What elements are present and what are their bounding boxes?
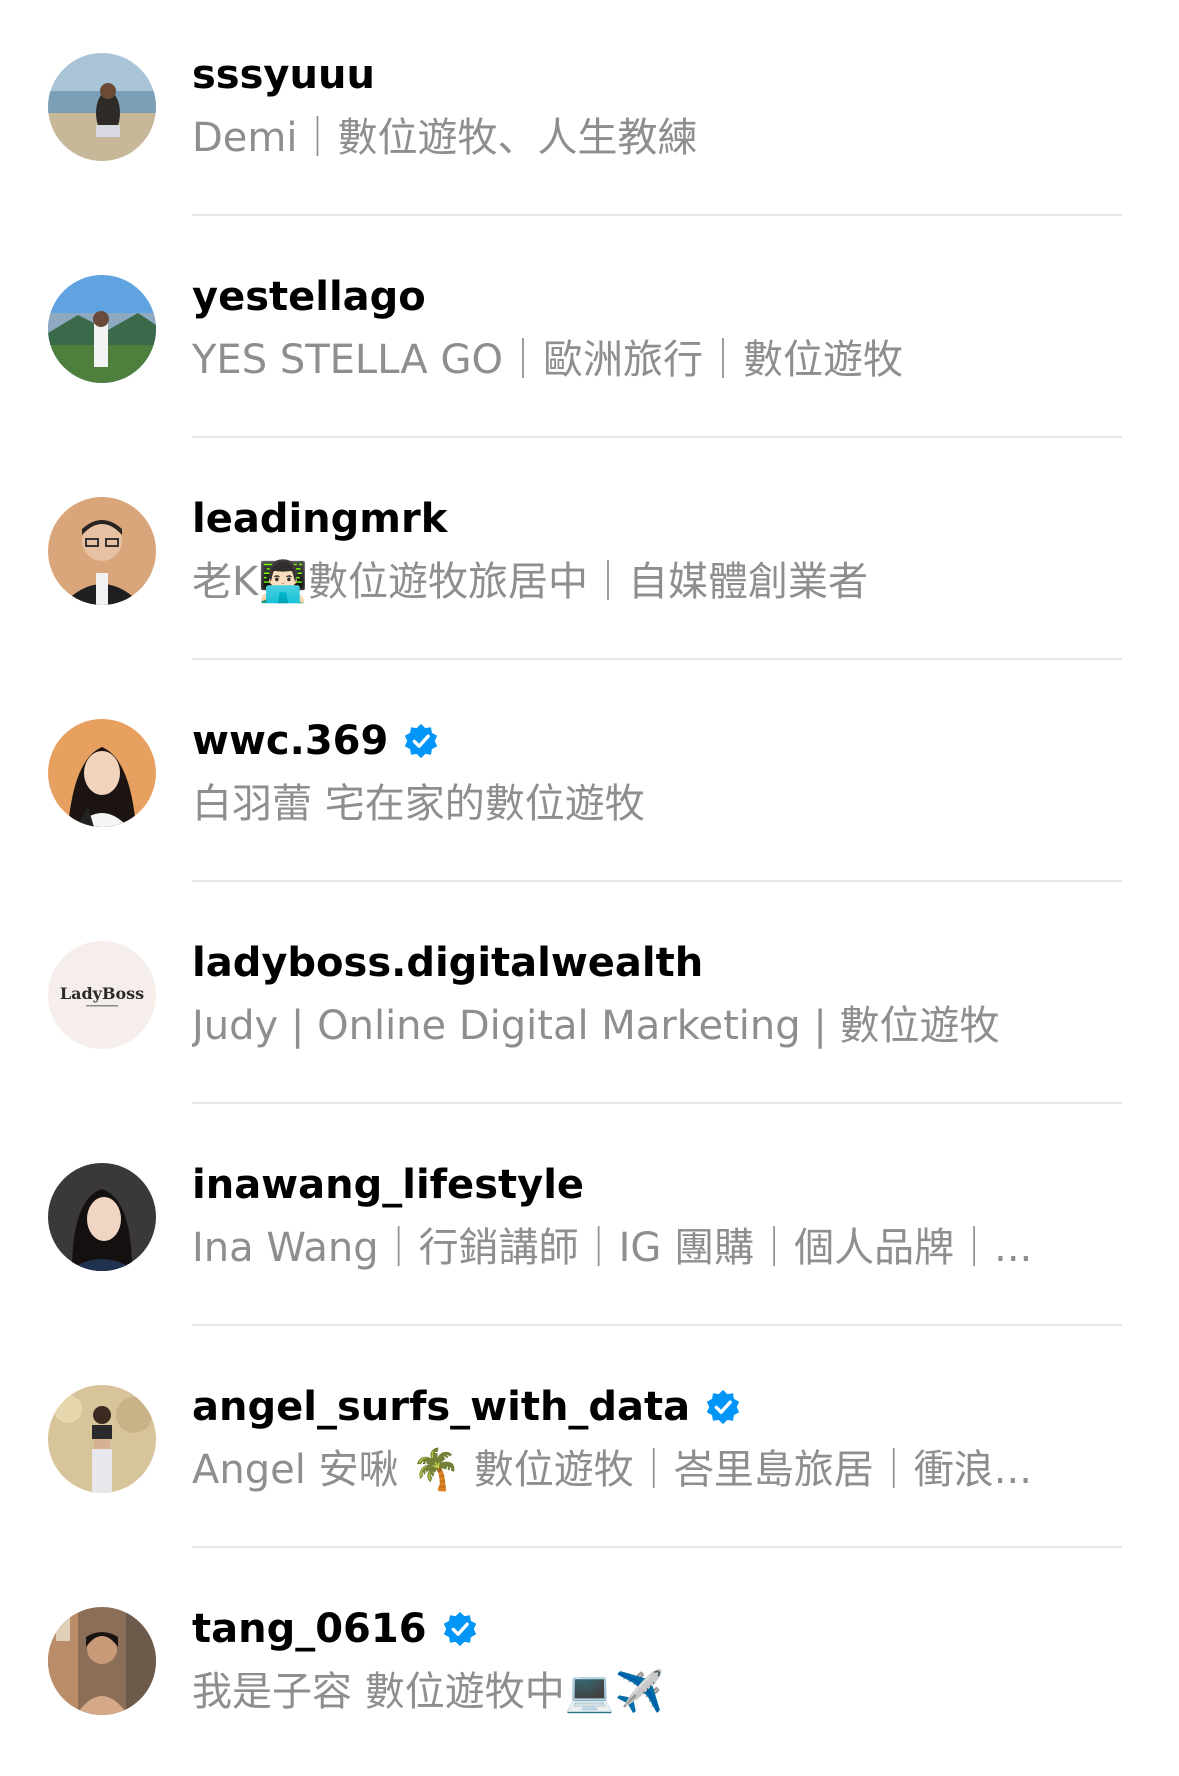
divider [192,880,1122,882]
divider [192,1102,1122,1104]
username[interactable]: ladyboss.digitalwealth [192,940,703,986]
ladyboss-logo-avatar[interactable]: LadyBoss [48,941,156,1049]
account-row[interactable]: wwc.369 白羽蕾 宅在家的數位遊牧 [0,666,1179,888]
account-subtitle: 我是子容 數位遊牧中💻✈️ [192,1669,665,1715]
mountain-lake-person-avatar[interactable] [48,275,156,383]
verified-badge-icon [441,1610,479,1648]
account-subtitle: YES STELLA GO｜歐洲旅行｜數位遊牧 [192,337,903,383]
username[interactable]: wwc.369 [192,718,388,764]
woman-standing-avatar[interactable] [48,1385,156,1493]
beach-person-avatar[interactable] [48,53,156,161]
woman-dark-portrait-avatar[interactable] [48,1163,156,1271]
account-row[interactable]: LadyBoss ladyboss.digitalwealth Judy | O… [0,888,1179,1110]
divider [192,1546,1122,1548]
account-subtitle: Demi｜數位遊牧、人生教練 [192,115,698,161]
account-row[interactable]: sssyuuu Demi｜數位遊牧、人生教練 [0,0,1179,222]
account-subtitle: Ina Wang｜行銷講師｜IG 團購｜個人品牌｜... [192,1225,1033,1271]
account-row[interactable]: leadingmrk 老K👨🏻‍💻數位遊牧旅居中｜自媒體創業者 [0,444,1179,666]
woman-street-avatar[interactable] [48,1607,156,1715]
divider [192,1324,1122,1326]
man-with-glasses-avatar[interactable] [48,497,156,605]
username[interactable]: inawang_lifestyle [192,1162,584,1208]
account-row[interactable]: tang_0616 我是子容 數位遊牧中💻✈️ [0,1554,1179,1776]
divider [192,658,1122,660]
account-subtitle: Judy | Online Digital Marketing | 數位遊牧 [192,1003,1000,1049]
account-subtitle: Angel 安啾 🌴 數位遊牧｜峇里島旅居｜衝浪... [192,1447,1032,1493]
account-subtitle: 白羽蕾 宅在家的數位遊牧 [192,781,645,827]
account-row[interactable]: yestellago YES STELLA GO｜歐洲旅行｜數位遊牧 [0,222,1179,444]
username[interactable]: tang_0616 [192,1606,427,1652]
username[interactable]: yestellago [192,274,426,320]
username[interactable]: leadingmrk [192,496,447,542]
account-subtitle: 老K👨🏻‍💻數位遊牧旅居中｜自媒體創業者 [192,559,869,605]
ladyboss-logo-text: LadyBoss [60,984,144,1003]
account-row[interactable]: inawang_lifestyle Ina Wang｜行銷講師｜IG 團購｜個人… [0,1110,1179,1332]
divider [192,214,1122,216]
divider [192,436,1122,438]
verified-badge-icon [402,722,440,760]
verified-badge-icon [704,1388,742,1426]
username[interactable]: angel_surfs_with_data [192,1384,690,1430]
account-row[interactable]: angel_surfs_with_data Angel 安啾 🌴 數位遊牧｜峇里… [0,1332,1179,1554]
username[interactable]: sssyuuu [192,52,375,98]
woman-portrait-avatar[interactable] [48,719,156,827]
